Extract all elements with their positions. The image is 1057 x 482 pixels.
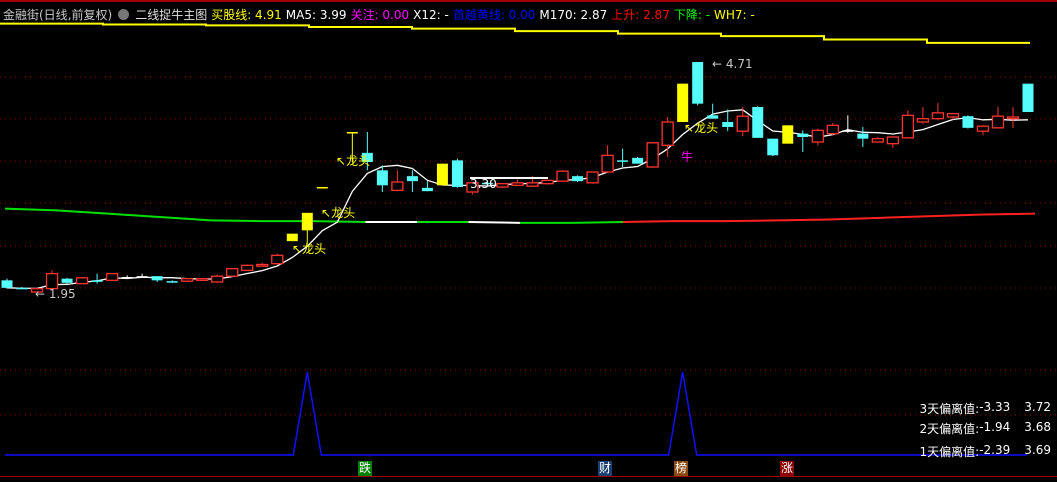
candle-body-up [991, 115, 1005, 129]
candle-body-up [886, 136, 900, 145]
m170-line-segment [159, 216, 212, 222]
tag-rise[interactable]: 涨 [780, 461, 795, 476]
dragon-label: ↖龙头 [684, 121, 719, 135]
candle-body-down [166, 281, 178, 283]
candle-body-up [586, 171, 599, 184]
candle-body-up [271, 254, 284, 265]
buy-line [0, 22, 1030, 44]
m170-line-segment [725, 219, 778, 223]
deviation-row: 2天偏离值: -1.94 3.68 [919, 420, 1051, 436]
m170-line-segment [107, 212, 160, 218]
candle-body-up [826, 124, 839, 135]
candle-body-down [376, 170, 388, 186]
low-price-label: ← 1.95 [35, 287, 76, 301]
candle-body-up [496, 183, 509, 188]
signal-line [5, 371, 1027, 456]
candle-body-down [451, 160, 463, 187]
candle-body-up [931, 112, 945, 120]
m170-line-segment [777, 218, 830, 222]
candle-body-up [811, 129, 824, 143]
bottom-border [0, 476, 1057, 477]
candle-body-down [61, 278, 73, 283]
candle-body-down [16, 287, 28, 290]
candle-body-up [871, 138, 885, 143]
candle-body-up [226, 268, 239, 277]
candle-body-up [976, 125, 990, 132]
candle-body-down [1022, 83, 1034, 112]
tag-ranking[interactable]: 榜 [674, 461, 689, 476]
m170-line-segment [210, 219, 263, 223]
m170-line-segment [880, 215, 933, 219]
candle-body-down [722, 122, 734, 127]
high-value: 4.71 [725, 57, 753, 71]
candle-body-signal [316, 187, 328, 189]
candle-body-down [857, 133, 869, 139]
mid-price-label: 3.30 [470, 177, 497, 191]
dragon-label: ↖龙头 [321, 206, 356, 220]
candle-body-signal [301, 212, 313, 231]
candle-body-signal [436, 163, 448, 186]
candle-body-signal [677, 83, 689, 122]
candle-body-up [105, 273, 119, 281]
dragon-label: ↖龙头 [336, 154, 371, 168]
low-value: 1.95 [48, 287, 76, 301]
m170-line-segment [622, 220, 675, 223]
candle-body-up [1006, 116, 1020, 120]
high-price-label: ← 4.71 [712, 57, 753, 71]
candle-body-signal [782, 125, 794, 144]
candle-body-up [256, 263, 269, 267]
m170-line-segment [983, 212, 1036, 216]
candle-body-down [752, 107, 764, 138]
deviation-row: 3天偏离值: -3.33 3.72 [919, 400, 1051, 416]
candle-body-down [842, 130, 854, 132]
tag-fall[interactable]: 跌 [358, 461, 373, 476]
candle-body-down [632, 157, 644, 164]
candle-body-down [151, 276, 163, 281]
m170-line-segment [468, 221, 521, 224]
candle-body-down [572, 176, 584, 182]
candlestick-chart[interactable] [0, 0, 1057, 482]
candle-body-down [91, 280, 103, 282]
candle-body-down [692, 62, 704, 104]
candle-body-up [601, 154, 614, 173]
dragon-label: ↖龙头 [292, 242, 327, 256]
candle-body-signal [346, 132, 358, 134]
candle-body-up [916, 118, 930, 123]
deviation-row: 1天偏离值: -2.39 3.69 [919, 443, 1051, 459]
candle-body-up [196, 278, 209, 281]
candle-body-up [511, 182, 524, 186]
candle-body-up [181, 278, 194, 282]
m170-line-segment [931, 213, 984, 218]
candle-body-up [241, 264, 254, 271]
candle-body-up [211, 275, 224, 283]
m170-line-segment [571, 221, 624, 224]
candle-body-down [617, 160, 629, 162]
candle-body-down [406, 176, 418, 182]
candle-body-down [767, 138, 779, 156]
m170-line-segment [313, 220, 366, 223]
candle-body-up [946, 113, 960, 118]
candle-body-down [421, 187, 433, 192]
candle-body-up [526, 182, 539, 187]
candle-body-up [901, 114, 915, 139]
m170-line-segment [4, 207, 57, 212]
candle-body-up [736, 115, 749, 132]
m170-line-segment [56, 209, 109, 215]
candle-body-down [962, 116, 974, 128]
ma-line [6, 109, 1029, 290]
candle-body-up [75, 277, 89, 285]
bull-label: 牛 [681, 150, 694, 164]
candle-body-up [646, 142, 659, 168]
candle-body-up [661, 121, 674, 146]
candle-body-down [121, 277, 133, 279]
candle-body-down [1, 280, 13, 288]
candle-body-up [391, 181, 404, 191]
candle-body-down [136, 276, 148, 278]
candle-body-up [556, 170, 569, 182]
m170-line-segment [828, 216, 881, 221]
tag-wealth[interactable]: 财 [598, 461, 613, 476]
candle-body-up [541, 179, 554, 185]
candle-body-down [797, 133, 809, 137]
